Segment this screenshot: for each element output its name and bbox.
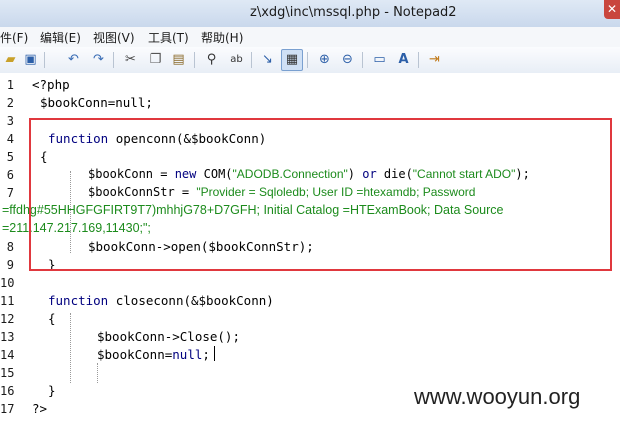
wordwrap-icon[interactable]: ↘ [259,51,276,68]
indent-guide [70,313,71,383]
save-icon[interactable]: ▣ [22,51,39,68]
exit-icon[interactable]: ⇥ [426,51,443,68]
line-number: 14 [0,348,15,362]
cut-icon[interactable]: ✂ [122,51,139,68]
line-number: 12 [0,312,15,326]
toolbar-separator [362,52,363,68]
code-line-17: ?> [32,401,48,416]
code-line-14: $bookConn=null; [97,347,210,362]
menu-view[interactable]: 视图(V) [93,29,135,46]
menu-tools[interactable]: 工具(T) [148,29,189,46]
view-icon[interactable]: ▦ [281,49,303,71]
toolbar-separator [194,52,195,68]
line-number: 2 [6,96,14,110]
menu-edit[interactable]: 编辑(E) [40,29,81,46]
menu-file[interactable]: 件(F) [0,29,28,46]
line-number: 16 [0,384,15,398]
title-bar: z\xdg\inc\mssql.php - Notepad2 ✕ [0,0,620,28]
menu-help[interactable]: 帮助(H) [201,29,243,46]
menu-bar: 件(F) 编辑(E) 视图(V) 工具(T) 帮助(H) [0,27,620,48]
copy-icon[interactable]: ❐ [147,51,164,68]
line-number: 1 [6,78,14,92]
line-number: 8 [6,240,14,254]
toolbar-separator [113,52,114,68]
window-title: z\xdg\inc\mssql.php - Notepad2 [250,5,457,20]
highlight-box [29,118,612,271]
watermark: www.wooyun.org [414,384,581,409]
open-icon[interactable]: ▰ [2,51,19,68]
line-number: 15 [0,366,15,380]
settings-icon[interactable]: ▭ [371,51,388,68]
replace-icon[interactable]: ab [228,51,245,68]
code-line-2: $bookConn=null; [40,95,153,110]
toolbar-separator [418,52,419,68]
toolbar-separator [44,52,45,68]
code-line-11: function closeconn(&$bookConn) [48,293,274,308]
code-line-13: $bookConn->Close(); [97,329,240,344]
zoom-out-icon[interactable]: ⊖ [339,51,356,68]
line-number-gutter: 1 2 3 4 5 6 7 8 9 10 11 12 13 14 15 16 1… [0,73,26,425]
toolbar: ▰ ▣ ↶ ↷ ✂ ❐ ▤ ⚲ ab ↘ ▦ ⊕ ⊖ ▭ A ⇥ [0,47,620,74]
line-number: 17 [0,402,15,416]
text-caret [214,346,215,361]
code-line-16: } [48,383,56,398]
line-number: 10 [0,276,15,290]
undo-icon[interactable]: ↶ [65,51,82,68]
line-number: 3 [6,114,14,128]
line-number: 5 [6,150,14,164]
close-button[interactable]: ✕ [604,0,620,19]
zoom-in-icon[interactable]: ⊕ [316,51,333,68]
toolbar-separator [307,52,308,68]
keyword: function [48,293,109,308]
code-text: ; [202,347,210,362]
redo-icon[interactable]: ↷ [90,51,107,68]
code-text: closeconn(&$bookConn) [108,293,274,308]
line-number: 9 [6,258,14,272]
line-number: 11 [0,294,15,308]
line-number: 6 [6,168,14,182]
line-number: 13 [0,330,15,344]
code-line-12: { [48,311,56,326]
code-text: $bookConn= [97,347,173,362]
keyword: null [172,347,203,362]
line-number: 4 [6,132,14,146]
close-icon: ✕ [606,2,618,16]
indent-guide [97,363,98,383]
font-icon[interactable]: A [395,51,412,68]
find-icon[interactable]: ⚲ [203,51,220,68]
code-line-1: <?php [32,77,70,92]
toolbar-separator [251,52,252,68]
paste-icon[interactable]: ▤ [170,51,187,68]
line-number: 7 [6,186,14,200]
